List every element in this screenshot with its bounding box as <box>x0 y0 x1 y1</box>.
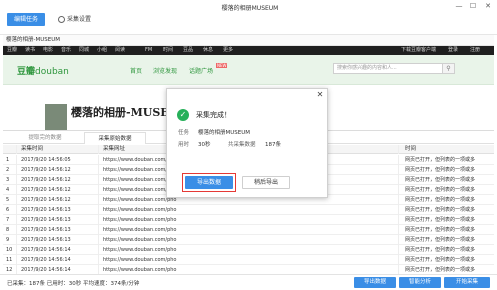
album-cover-image <box>45 104 67 130</box>
task-value: 樱落的相册MUSEUM <box>198 130 251 136</box>
dialog-title: 采集完成！ <box>196 111 231 119</box>
nav-item[interactable]: 休息 <box>203 46 213 55</box>
row-time: 2017/9/20 14:56:12 <box>16 165 94 175</box>
nav-item[interactable]: 豆品 <box>183 46 193 55</box>
nav-item[interactable]: 豆瓣 <box>7 46 17 55</box>
nav-item[interactable]: 电影 <box>43 46 53 55</box>
row-status: 网页已打开，但列表的一项或多 <box>398 155 493 165</box>
row-time: 2017/9/20 14:56:13 <box>16 225 94 235</box>
maximize-button[interactable]: ☐ <box>466 1 480 11</box>
logo-en: douban <box>35 67 69 77</box>
nav-item[interactable]: 时间 <box>163 46 173 55</box>
col-header-status[interactable]: 时间 <box>398 145 493 154</box>
nav-item[interactable]: 同城 <box>79 46 89 55</box>
col-header-time[interactable]: 采集时间 <box>16 145 94 154</box>
time-label: 用时 <box>178 142 190 148</box>
start-collect-button[interactable]: 开始采集 <box>444 277 490 288</box>
row-time: 2017/9/20 14:56:05 <box>16 155 94 165</box>
row-time: 2017/9/20 14:56:13 <box>16 215 94 225</box>
table-row[interactable]: 9 2017/9/20 14:56:13 https://www.douban.co… <box>3 235 494 245</box>
new-badge: NEW <box>216 63 228 68</box>
settings-label: 采集设置 <box>67 16 92 23</box>
row-status: 网页已打开，但列表的一项或多 <box>398 255 493 265</box>
row-status: 网页已打开，但列表的一项或多 <box>398 245 493 255</box>
count-label: 共采集数据 <box>228 142 256 148</box>
nav-item[interactable]: 音乐 <box>61 46 71 55</box>
download-app-link[interactable]: 下载豆瓣客户端 <box>401 46 436 55</box>
row-time: 2017/9/20 14:56:13 <box>16 205 94 215</box>
douban-search-input[interactable]: 搜索你感兴趣的内容和人... <box>333 63 443 74</box>
row-url: https://www.douban.com/pho <box>98 205 268 215</box>
row-status: 网页已打开，但列表的一项或多 <box>398 205 493 215</box>
row-time: 2017/9/20 14:56:12 <box>16 175 94 185</box>
logo-cn: 豆瓣 <box>17 67 36 77</box>
row-status: 网页已打开，但列表的一项或多 <box>398 185 493 195</box>
nav-item[interactable]: 更多 <box>223 46 233 55</box>
export-later-button[interactable]: 稍后导出 <box>242 176 290 189</box>
table-row[interactable]: 11 2017/9/20 14:56:14 https://www.douban.c… <box>3 255 494 265</box>
success-check-icon: ✓ <box>177 109 189 121</box>
tab-extracted-data[interactable]: 提取完的数据 <box>14 132 76 144</box>
table-row[interactable]: 8 2017/9/20 14:56:13 https://www.douban.co… <box>3 225 494 235</box>
table-row[interactable]: 6 2017/9/20 14:56:13 https://www.douban.co… <box>3 205 494 215</box>
row-status: 网页已打开，但列表的一项或多 <box>398 175 493 185</box>
row-url: https://www.douban.com/pho <box>98 215 268 225</box>
gear-icon <box>58 16 65 23</box>
row-url: https://www.douban.com/pho <box>98 235 268 245</box>
edit-task-button[interactable]: 编辑任务 <box>7 13 45 26</box>
count-value: 187条 <box>265 142 281 148</box>
douban-link-topics[interactable]: 话题广场 <box>189 66 213 75</box>
row-time: 2017/9/20 14:56:13 <box>16 235 94 245</box>
status-export-button[interactable]: 导出数据 <box>354 277 396 288</box>
login-link[interactable]: 登录 <box>448 46 458 55</box>
tab-raw-data[interactable]: 采集原始数据 <box>84 132 146 144</box>
status-text: 已采集：187条 已用时：30秒 平均速度：374条/分钟 <box>7 281 140 287</box>
register-link[interactable]: 注册 <box>470 46 480 55</box>
row-url: https://www.douban.com/pho <box>98 255 268 265</box>
window-title: 樱落的相册MUSEUM <box>221 5 279 12</box>
search-icon[interactable]: ⚲ <box>443 63 455 74</box>
row-time: 2017/9/20 14:56:12 <box>16 185 94 195</box>
nav-item[interactable]: FM <box>145 46 152 55</box>
minimize-button[interactable]: — <box>452 1 466 11</box>
row-url: https://www.douban.com/pho <box>98 225 268 235</box>
task-label: 任务 <box>178 130 190 136</box>
nav-item[interactable]: 阅读 <box>115 46 125 55</box>
row-status: 网页已打开，但列表的一项或多 <box>398 215 493 225</box>
douban-link-explore[interactable]: 浏览发现 <box>153 66 177 75</box>
row-time: 2017/9/20 14:56:14 <box>16 255 94 265</box>
douban-top-nav: 豆瓣 读书 电影 音乐 同城 小组 阅读 FM 时间 豆品 休息 更多 下载豆瓣… <box>3 46 494 55</box>
dialog-close-icon[interactable]: ✕ <box>316 91 324 99</box>
row-time: 2017/9/20 14:56:14 <box>16 245 94 255</box>
row-url: https://www.douban.com/pho <box>98 245 268 255</box>
nav-item[interactable]: 小组 <box>97 46 107 55</box>
row-status: 网页已打开，但列表的一项或多 <box>398 225 493 235</box>
table-row[interactable]: 7 2017/9/20 14:56:13 https://www.douban.co… <box>3 215 494 225</box>
douban-logo[interactable]: 豆瓣douban <box>17 64 69 77</box>
row-status: 网页已打开，但列表的一项或多 <box>398 235 493 245</box>
row-status: 网页已打开，但列表的一项或多 <box>398 195 493 205</box>
export-data-button[interactable]: 导出数据 <box>185 176 233 189</box>
smart-analyze-button[interactable]: 智能分析 <box>399 277 441 288</box>
nav-item[interactable]: 读书 <box>25 46 35 55</box>
douban-link-home[interactable]: 首页 <box>130 66 142 75</box>
row-time: 2017/9/20 14:56:12 <box>16 195 94 205</box>
row-status: 网页已打开，但列表的一项或多 <box>398 165 493 175</box>
table-row[interactable]: 10 2017/9/20 14:56:14 https://www.douban.c… <box>3 245 494 255</box>
page-url-bar: 樱落的相册-MUSEUM <box>3 35 494 46</box>
close-button[interactable]: ✕ <box>481 1 495 11</box>
time-value: 30秒 <box>198 142 211 148</box>
settings-button[interactable]: 采集设置 <box>58 13 91 26</box>
